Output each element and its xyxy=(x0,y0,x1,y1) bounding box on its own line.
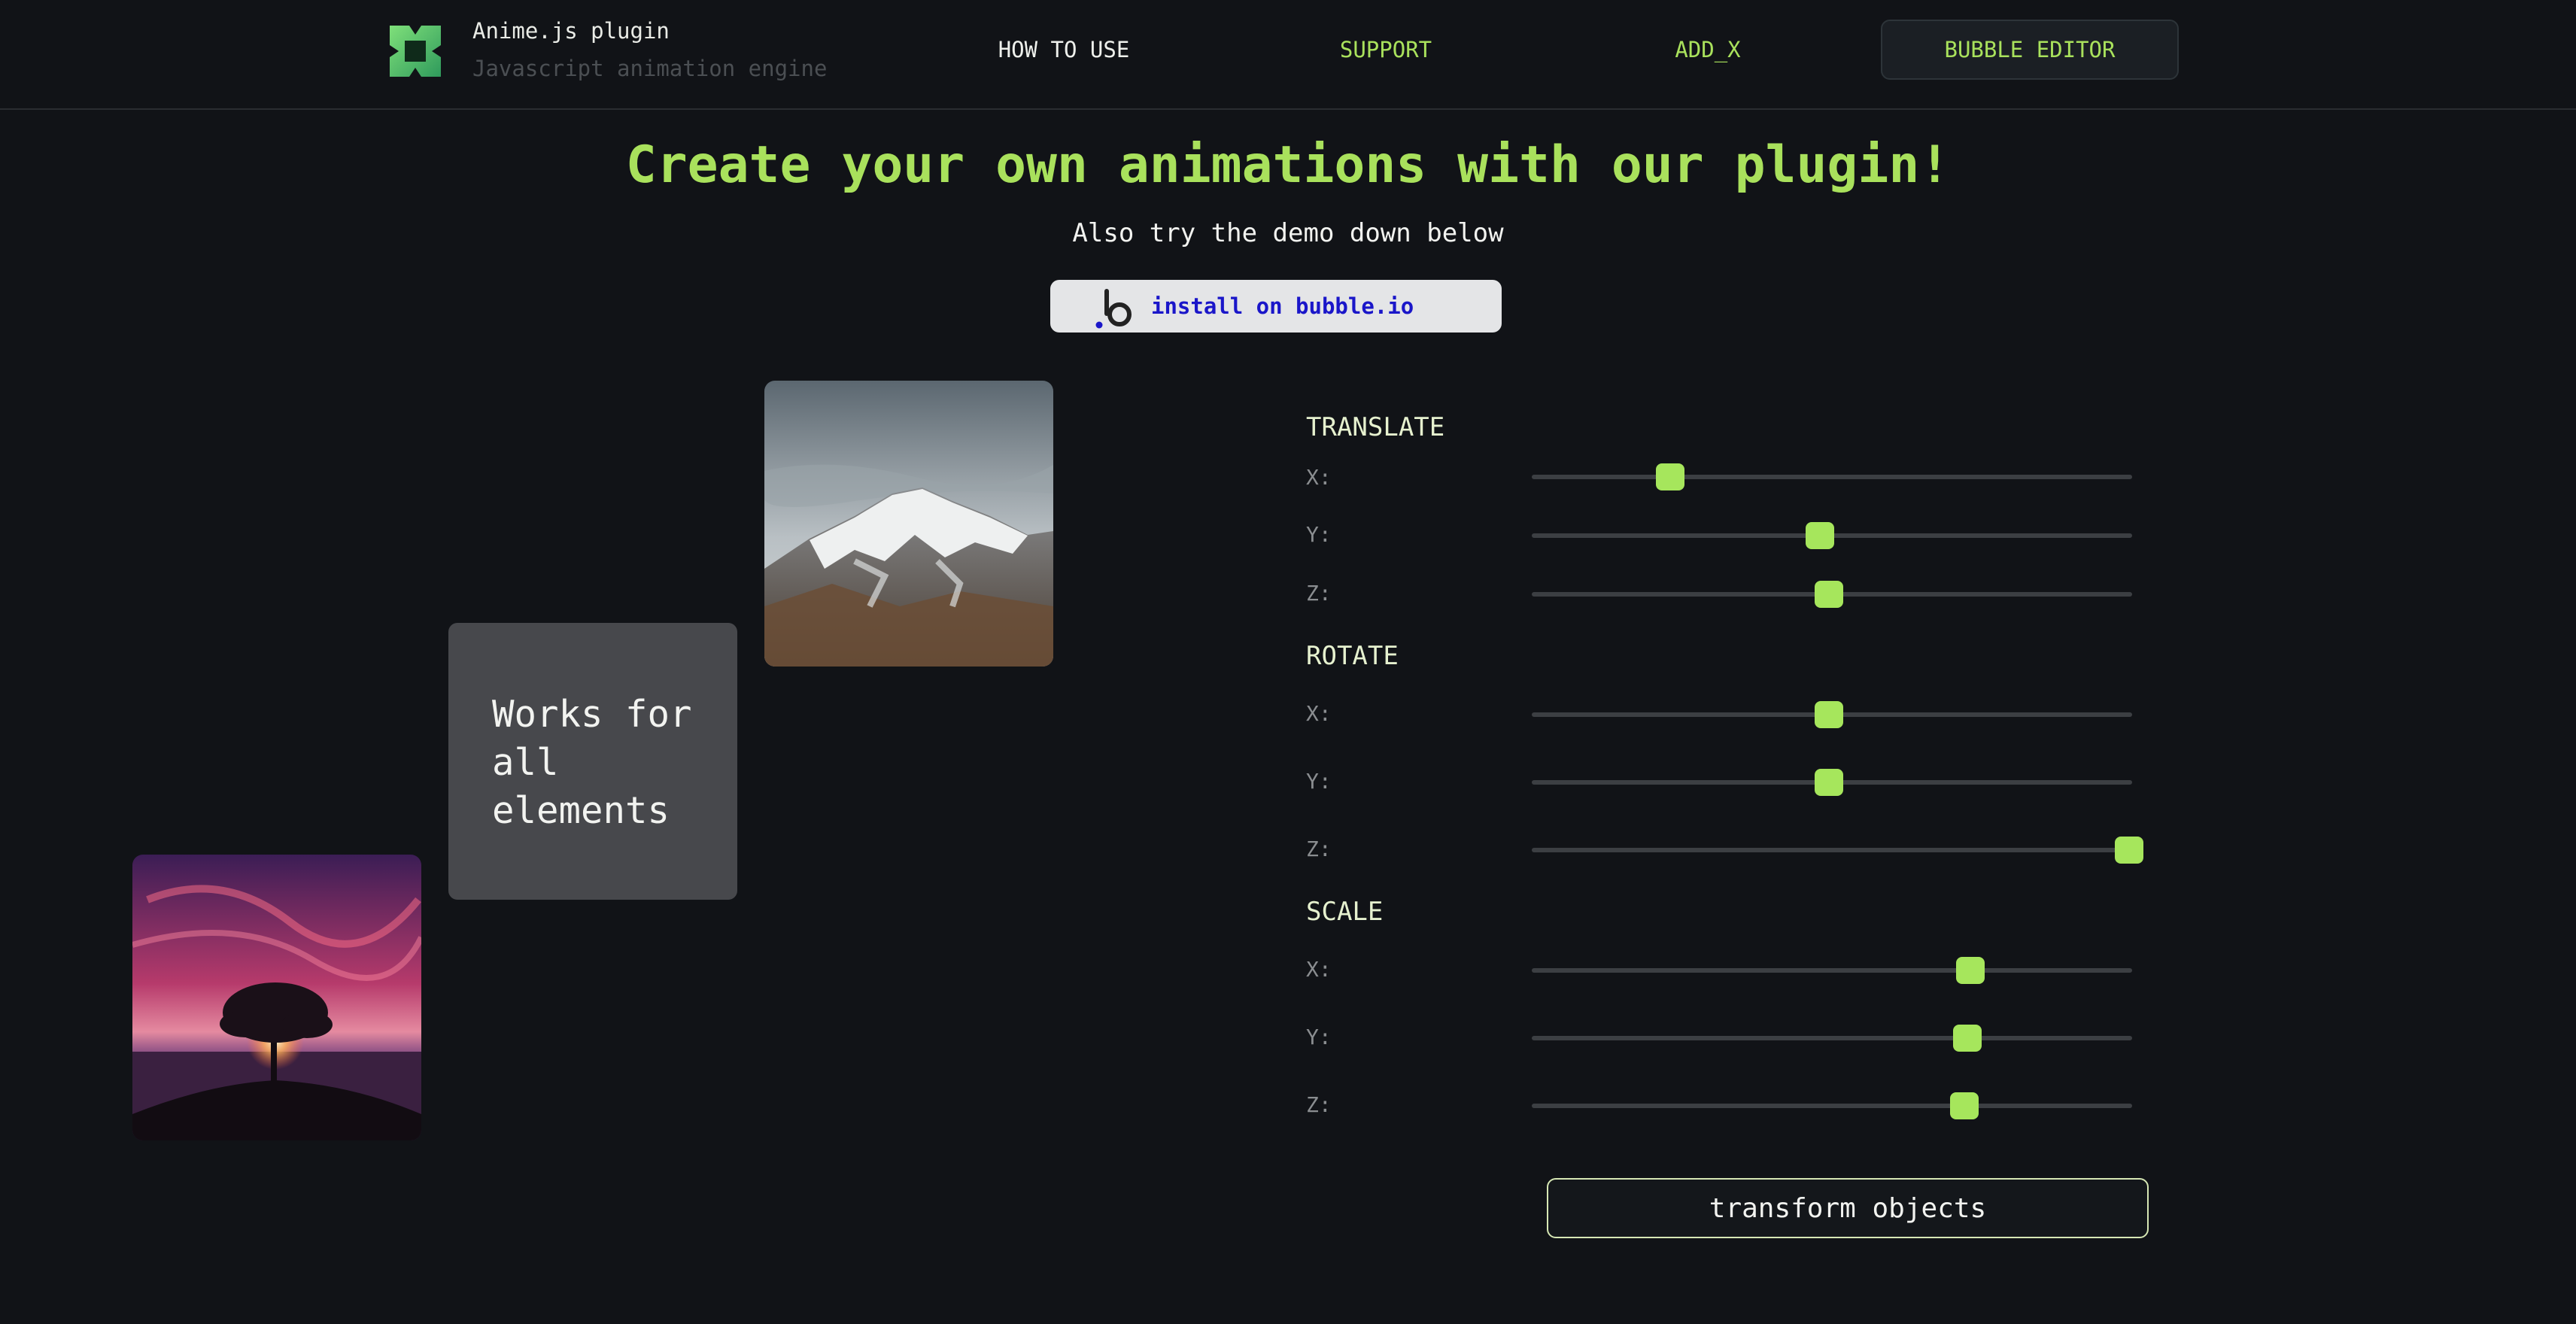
scale-x-label: X: xyxy=(1306,957,1332,982)
translate-z-slider[interactable] xyxy=(1532,579,2132,609)
slider-thumb[interactable] xyxy=(1815,581,1843,608)
rotate-z-label: Z: xyxy=(1306,837,1332,861)
rotate-z-slider[interactable] xyxy=(1532,835,2143,865)
rotate-x-label: X: xyxy=(1306,701,1332,726)
scale-section-title: SCALE xyxy=(1306,897,1384,927)
slider-track xyxy=(1532,1104,2132,1108)
install-button-label: install on bubble.io xyxy=(1151,293,1414,319)
animejs-logo-icon[interactable] xyxy=(387,23,444,80)
slider-thumb[interactable] xyxy=(1815,701,1843,728)
sunset-tree-photo xyxy=(132,855,421,1140)
rotate-y-label: Y: xyxy=(1306,769,1332,794)
page-subtitle: Also try the demo down below xyxy=(1072,218,1504,248)
slider-track xyxy=(1532,848,2132,852)
translate-x-slider[interactable] xyxy=(1532,462,2132,492)
brand-subtitle: Javascript animation engine xyxy=(472,56,828,81)
nav-add-x[interactable]: ADD_X xyxy=(1559,20,1857,80)
translate-z-label: Z: xyxy=(1306,581,1332,606)
nav-bubble-editor-button[interactable]: BUBBLE EDITOR xyxy=(1881,20,2179,80)
rotate-section-title: ROTATE xyxy=(1306,641,1399,671)
install-bubble-button[interactable]: install on bubble.io xyxy=(1050,280,1502,333)
slider-track xyxy=(1532,1036,2132,1040)
translate-y-slider[interactable] xyxy=(1532,521,2132,551)
slider-thumb[interactable] xyxy=(1815,769,1843,796)
top-navbar: Anime.js plugin Javascript animation eng… xyxy=(0,0,2576,110)
transform-objects-button[interactable]: transform objects xyxy=(1547,1178,2149,1238)
nav-support[interactable]: SUPPORT xyxy=(1237,20,1535,80)
bubble-logo-icon xyxy=(1095,289,1132,329)
demo-text-card: Works for all elements xyxy=(448,623,737,900)
slider-thumb[interactable] xyxy=(2115,837,2143,864)
scale-y-slider[interactable] xyxy=(1532,1023,2132,1053)
slider-thumb[interactable] xyxy=(1955,957,1985,984)
slider-thumb[interactable] xyxy=(1655,463,1684,490)
slider-track xyxy=(1532,475,2132,479)
slider-thumb[interactable] xyxy=(1949,1092,1979,1119)
translate-section-title: TRANSLATE xyxy=(1306,412,1445,442)
translate-y-label: Y: xyxy=(1306,522,1332,547)
slider-thumb[interactable] xyxy=(1806,522,1835,549)
translate-x-label: X: xyxy=(1306,465,1332,490)
slider-thumb[interactable] xyxy=(1952,1025,1982,1052)
slider-track xyxy=(1532,968,2132,973)
scale-z-slider[interactable] xyxy=(1532,1091,2132,1121)
nav-how-to-use[interactable]: HOW TO USE xyxy=(915,20,1213,80)
scale-z-label: Z: xyxy=(1306,1092,1332,1117)
scale-y-label: Y: xyxy=(1306,1025,1332,1049)
brand-title: Anime.js plugin xyxy=(472,18,670,44)
page-title: Create your own animations with our plug… xyxy=(625,135,1951,195)
rotate-y-slider[interactable] xyxy=(1532,767,2132,797)
mountain-photo xyxy=(764,381,1053,667)
rotate-x-slider[interactable] xyxy=(1532,700,2132,730)
scale-x-slider[interactable] xyxy=(1532,955,2132,985)
